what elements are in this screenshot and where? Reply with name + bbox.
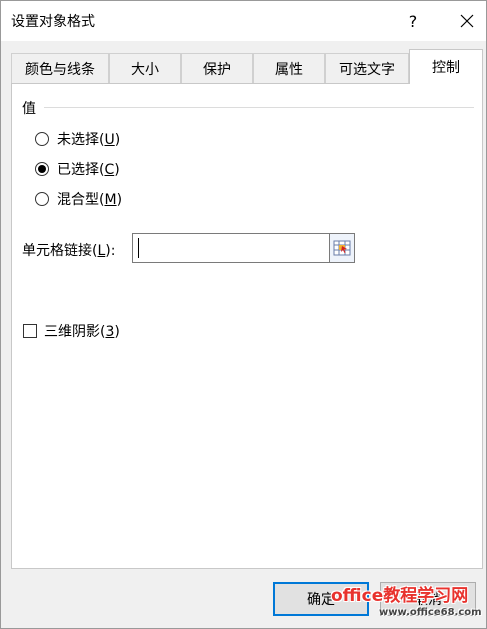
group-divider [44, 107, 474, 108]
radio-button[interactable] [35, 192, 49, 206]
cell-link-label: 单元格链接(L): [22, 243, 116, 259]
radio-label: 未选择(U) [57, 132, 121, 148]
tab-label: 大小 [131, 61, 159, 78]
tab-label: 颜色与线条 [25, 61, 95, 78]
range-select-button[interactable] [329, 233, 355, 263]
tab-strip: 颜色与线条 大小 保护 属性 可选文字 控制 [11, 49, 483, 84]
close-icon [460, 14, 474, 28]
help-button[interactable]: ? [399, 7, 427, 35]
radio-label: 已选择(C) [57, 162, 120, 178]
watermark-text: office教程学习网 [331, 586, 469, 606]
tab-label: 属性 [275, 61, 303, 78]
tab-protection[interactable]: 保护 [181, 53, 253, 83]
radio-label: 混合型(M) [57, 192, 123, 208]
shading-3d-label: 三维阴影(3) [44, 324, 120, 340]
value-group-label: 值 [22, 101, 36, 117]
radio-mixed[interactable]: 混合型(M) [35, 189, 122, 209]
watermark-url: www.office68.com [379, 607, 482, 618]
tab-colors-lines[interactable]: 颜色与线条 [11, 53, 109, 83]
tab-alt-text[interactable]: 可选文字 [325, 53, 409, 83]
tab-size[interactable]: 大小 [109, 53, 181, 83]
radio-checked[interactable]: 已选择(C) [35, 159, 120, 179]
range-select-icon [333, 240, 351, 256]
tab-properties[interactable]: 属性 [253, 53, 325, 83]
format-object-dialog: 设置对象格式 ? 颜色与线条 大小 保护 属性 可选文字 控制 值 未选择(U)… [0, 0, 487, 629]
close-button[interactable] [453, 7, 481, 35]
tab-control[interactable]: 控制 [409, 49, 483, 84]
tab-label: 保护 [203, 61, 231, 78]
tab-label: 可选文字 [339, 61, 395, 78]
radio-unchecked[interactable]: 未选择(U) [35, 129, 120, 149]
help-icon: ? [408, 11, 418, 31]
title-bar: 设置对象格式 ? [1, 1, 486, 41]
shading-3d-row[interactable]: 三维阴影(3) [23, 321, 120, 341]
radio-button[interactable] [35, 132, 49, 146]
tab-label: 控制 [432, 60, 460, 76]
control-panel: 值 未选择(U) 已选择(C) 混合型(M) 单元格链接(L): 三维阴影(3) [11, 83, 483, 569]
dialog-title: 设置对象格式 [11, 14, 95, 30]
radio-button-selected[interactable] [35, 162, 49, 176]
cell-link-input[interactable] [132, 233, 330, 263]
shading-3d-checkbox[interactable] [23, 324, 37, 338]
text-caret [138, 238, 139, 258]
